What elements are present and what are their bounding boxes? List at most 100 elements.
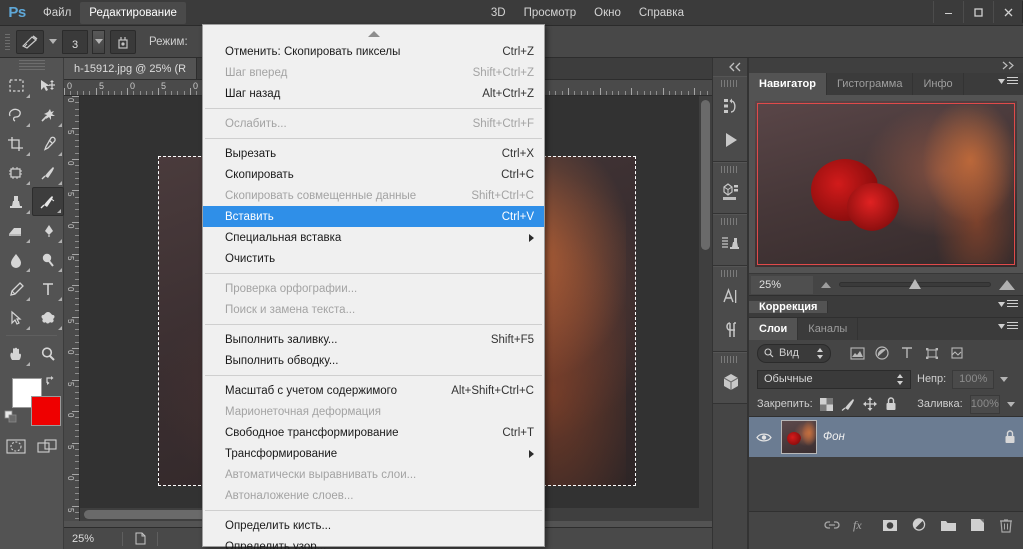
menu-item[interactable]: Скопировать Ctrl+C [203, 164, 544, 185]
menu-item[interactable]: Определить кисть... [203, 515, 544, 536]
new-adjustment-layer-icon[interactable] [910, 516, 928, 534]
path-selection-tool[interactable] [0, 303, 32, 332]
brush-size-value[interactable]: 3 [62, 29, 88, 54]
menu-item[interactable]: Шаг назад Alt+Ctrl+Z [203, 83, 544, 104]
menu-item[interactable]: Очистить [203, 248, 544, 269]
opacity-dropdown-icon[interactable] [1000, 376, 1009, 382]
character-panel-icon[interactable] [713, 279, 749, 313]
document-tab[interactable]: h-15912.jpg @ 25% (R [64, 58, 198, 79]
navigator-preview[interactable] [749, 95, 1023, 273]
layer-visibility-icon[interactable] [753, 432, 775, 443]
eraser-tool[interactable] [0, 216, 32, 245]
navigator-panel-menu-icon[interactable] [998, 77, 1018, 86]
new-group-icon[interactable] [939, 516, 957, 534]
zoom-in-icon[interactable] [999, 279, 1015, 290]
collapse-panels-icon[interactable] [713, 58, 747, 76]
history-brush-tool[interactable] [32, 187, 64, 216]
tab-histogram[interactable]: Гистограмма [827, 73, 914, 95]
lock-image-pixels-icon[interactable] [841, 394, 856, 414]
corrections-panel-menu-icon[interactable] [998, 300, 1018, 309]
blur-tool[interactable] [0, 245, 32, 274]
navigator-zoom-slider[interactable] [813, 279, 1023, 290]
lock-all-icon[interactable] [884, 394, 898, 414]
canvas-vertical-scrollbar[interactable] [699, 96, 712, 521]
gradient-tool[interactable] [32, 216, 64, 245]
menu-item[interactable]: Выполнить заливку... Shift+F5 [203, 329, 544, 350]
menu-edit[interactable]: Редактирование [80, 1, 186, 24]
paragraph-panel-icon[interactable] [713, 313, 749, 347]
magic-wand-tool[interactable] [32, 100, 64, 129]
clone-source-panel-icon[interactable] [713, 227, 749, 261]
zoom-slider-track[interactable] [839, 279, 991, 289]
tool-preset-picker[interactable] [16, 29, 44, 54]
menu-file[interactable]: Файл [34, 2, 80, 24]
panel-collapse-button[interactable] [749, 58, 1023, 73]
vdock-grip[interactable] [721, 166, 739, 173]
actions-panel-icon[interactable] [713, 123, 749, 157]
move-tool[interactable] [32, 71, 64, 100]
navigator-zoom-value[interactable]: 25% [751, 275, 813, 294]
background-color-swatch[interactable] [31, 396, 61, 426]
opacity-value[interactable]: 100% [952, 369, 995, 389]
3d-panel-icon[interactable] [713, 175, 749, 209]
vdock-grip[interactable] [721, 270, 739, 277]
edit-menu-dropdown[interactable]: Отменить: Скопировать пикселы Ctrl+Z Шаг в… [202, 24, 545, 549]
options-bar-grip[interactable] [4, 31, 11, 52]
history-panel-icon[interactable] [713, 89, 749, 123]
menu-item[interactable]: Масштаб с учетом содержимого Alt+Shift+Ct… [203, 380, 544, 401]
crop-tool[interactable] [0, 129, 32, 158]
document-size-icon[interactable] [123, 532, 157, 545]
hand-tool[interactable] [0, 339, 32, 368]
eyedropper-tool[interactable] [32, 129, 64, 158]
vdock-grip[interactable] [721, 356, 739, 363]
menu-item[interactable]: Отменить: Скопировать пикселы Ctrl+Z [203, 41, 544, 62]
swap-colors-icon[interactable] [44, 374, 57, 390]
tab-info[interactable]: Инфо [913, 73, 964, 95]
menu-item[interactable]: Специальная вставка [203, 227, 544, 248]
airbrush-toggle[interactable] [110, 29, 136, 54]
zoom-out-icon[interactable] [821, 281, 831, 288]
vertical-ruler[interactable]: 0 5 0 5 0 5 0 5 0 5 0 5 0 5 [64, 96, 80, 521]
tab-navigator[interactable]: Навигатор [749, 73, 827, 95]
menu-item[interactable]: Вырезать Ctrl+X [203, 143, 544, 164]
table-row[interactable]: Фон [749, 417, 1023, 457]
layer-filter-type-select[interactable]: Вид [757, 343, 831, 363]
tools-panel-grip[interactable] [18, 60, 45, 70]
brush-tool[interactable] [32, 158, 64, 187]
clone-stamp-tool[interactable] [0, 187, 32, 216]
maximize-button[interactable] [963, 1, 993, 23]
horizontal-type-tool[interactable] [32, 274, 64, 303]
rectangular-marquee-tool[interactable] [0, 71, 32, 100]
lasso-tool[interactable] [0, 100, 32, 129]
vdock-grip[interactable] [721, 218, 739, 225]
filter-adjustment-icon[interactable] [872, 343, 892, 363]
navigator-view-box[interactable] [757, 103, 1015, 265]
tab-layers[interactable]: Слои [749, 318, 799, 340]
minimize-button[interactable] [933, 1, 963, 23]
menu-window[interactable]: Окно [585, 2, 630, 24]
screen-mode-icon[interactable] [36, 438, 58, 460]
custom-shape-tool[interactable] [32, 303, 64, 332]
menu-item[interactable]: Трансформирование [203, 443, 544, 464]
fill-dropdown-icon[interactable] [1007, 401, 1016, 407]
vdock-grip[interactable] [721, 80, 739, 87]
add-layer-mask-icon[interactable] [881, 516, 899, 534]
menu-item[interactable]: Определить узор... [203, 536, 544, 549]
menu-item[interactable]: Свободное трансформирование Ctrl+T [203, 422, 544, 443]
pen-tool[interactable] [0, 274, 32, 303]
filter-type-icon[interactable] [897, 343, 917, 363]
close-button[interactable] [993, 1, 1023, 23]
delete-layer-icon[interactable] [997, 516, 1015, 534]
filter-smart-object-icon[interactable] [947, 343, 967, 363]
menu-view[interactable]: Просмотр [515, 2, 586, 24]
quick-mask-icon[interactable] [5, 438, 26, 460]
menu-scroll-up-icon[interactable] [203, 27, 544, 41]
menu-3d[interactable]: 3D [482, 2, 515, 24]
spot-healing-brush-tool[interactable] [0, 158, 32, 187]
blend-mode-select[interactable]: Обычные [757, 369, 911, 389]
layer-thumbnail[interactable] [781, 420, 817, 454]
filter-shape-icon[interactable] [922, 343, 942, 363]
menu-item[interactable]: Выполнить обводку... [203, 350, 544, 371]
default-colors-icon[interactable] [4, 410, 18, 429]
tab-corrections[interactable]: Коррекция [749, 300, 829, 313]
